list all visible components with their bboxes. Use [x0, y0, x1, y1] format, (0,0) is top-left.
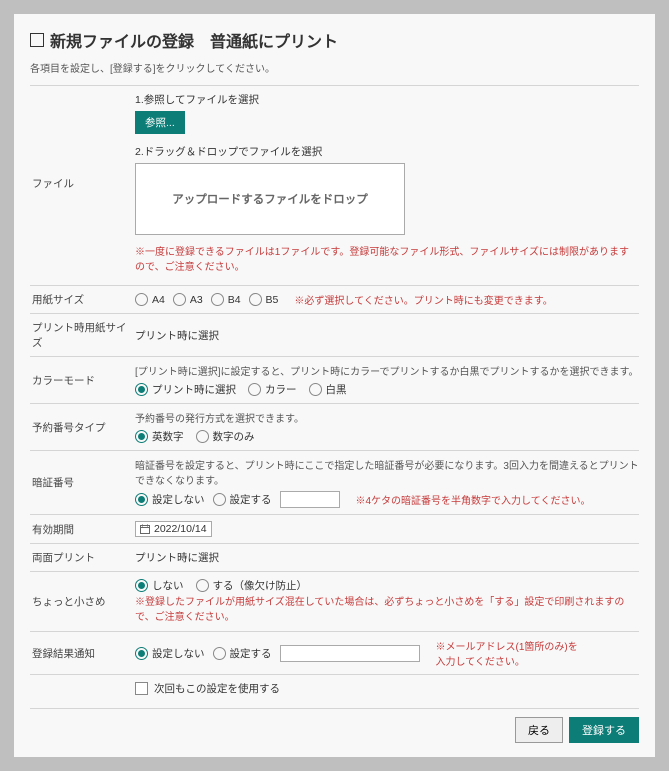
colormode-label: カラーモード [30, 373, 135, 388]
file-step2-label: 2.ドラッグ＆ドロップでファイルを選択 [135, 144, 639, 159]
colormode-color[interactable]: カラー [248, 382, 297, 397]
subtitle: 各項目を設定し、[登録する]をクリックしてください。 [30, 60, 639, 75]
pin-note: ※4ケタの暗証番号を半角数字で入力してください。 [356, 492, 591, 507]
submit-button[interactable]: 登録する [569, 717, 639, 743]
back-button[interactable]: 戻る [515, 717, 563, 743]
pin-none[interactable]: 設定しない [135, 492, 205, 507]
shrink-yes[interactable]: する（像欠け防止） [196, 578, 308, 593]
browse-button[interactable]: 参照... [135, 111, 185, 134]
file-dropzone[interactable]: アップロードするファイルをドロップ [135, 163, 405, 235]
papersize-a4[interactable]: A4 [135, 293, 165, 306]
print-papersize-value: プリント時に選択 [135, 328, 639, 343]
expiry-value: 2022/10/14 [154, 523, 207, 535]
papersize-label: 用紙サイズ [30, 292, 135, 307]
expiry-label: 有効期間 [30, 522, 135, 537]
notify-label: 登録結果通知 [30, 646, 135, 661]
file-label: ファイル [30, 176, 135, 191]
reservetype-alnum[interactable]: 英数字 [135, 429, 184, 444]
reservetype-numonly[interactable]: 数字のみ [196, 429, 255, 444]
file-note: ※一度に登録できるファイルは1ファイルです。登録可能なファイル形式、ファイルサイ… [135, 245, 639, 275]
pin-input[interactable] [280, 491, 340, 508]
print-papersize-label: プリント時用紙サイズ [30, 320, 135, 350]
notify-email-input[interactable] [280, 645, 420, 662]
duplex-value: プリント時に選択 [135, 550, 639, 565]
colormode-hint: [プリント時に選択]に設定すると、プリント時にカラーでプリントするか白黒でプリン… [135, 363, 639, 378]
page-title: 新規ファイルの登録 普通紙にプリント [30, 28, 639, 52]
colormode-bw[interactable]: 白黒 [309, 382, 347, 397]
papersize-b4[interactable]: B4 [211, 293, 241, 306]
shrink-no[interactable]: しない [135, 578, 184, 593]
title-icon [30, 33, 44, 47]
pin-label: 暗証番号 [30, 475, 135, 490]
papersize-b5[interactable]: B5 [249, 293, 279, 306]
reuse-label: 次回もこの設定を使用する [154, 681, 280, 696]
reservetype-label: 予約番号タイプ [30, 420, 135, 435]
notify-note: ※メールアドレス(1箇所のみ)を入力してください。 [436, 638, 586, 668]
notify-set[interactable]: 設定する [213, 646, 272, 661]
dropzone-text: アップロードするファイルをドロップ [172, 191, 368, 207]
pin-hint: 暗証番号を設定すると、プリント時にここで指定した暗証番号が必要になります。3回入… [135, 457, 639, 487]
papersize-note: ※必ず選択してください。プリント時にも変更できます。 [294, 292, 552, 307]
calendar-icon [140, 524, 150, 534]
title-text: 新規ファイルの登録 普通紙にプリント [50, 28, 338, 52]
shrink-label: ちょっと小さめ [30, 594, 135, 609]
pin-set[interactable]: 設定する [213, 492, 272, 507]
reuse-checkbox[interactable]: 次回もこの設定を使用する [135, 681, 280, 696]
notify-none[interactable]: 設定しない [135, 646, 205, 661]
colormode-printtime[interactable]: プリント時に選択 [135, 382, 236, 397]
file-step1-label: 1.参照してファイルを選択 [135, 92, 639, 107]
duplex-label: 両面プリント [30, 550, 135, 565]
checkbox-icon [135, 682, 148, 695]
expiry-field[interactable]: 2022/10/14 [135, 521, 212, 537]
papersize-a3[interactable]: A3 [173, 293, 203, 306]
reservetype-hint: 予約番号の発行方式を選択できます。 [135, 410, 639, 425]
